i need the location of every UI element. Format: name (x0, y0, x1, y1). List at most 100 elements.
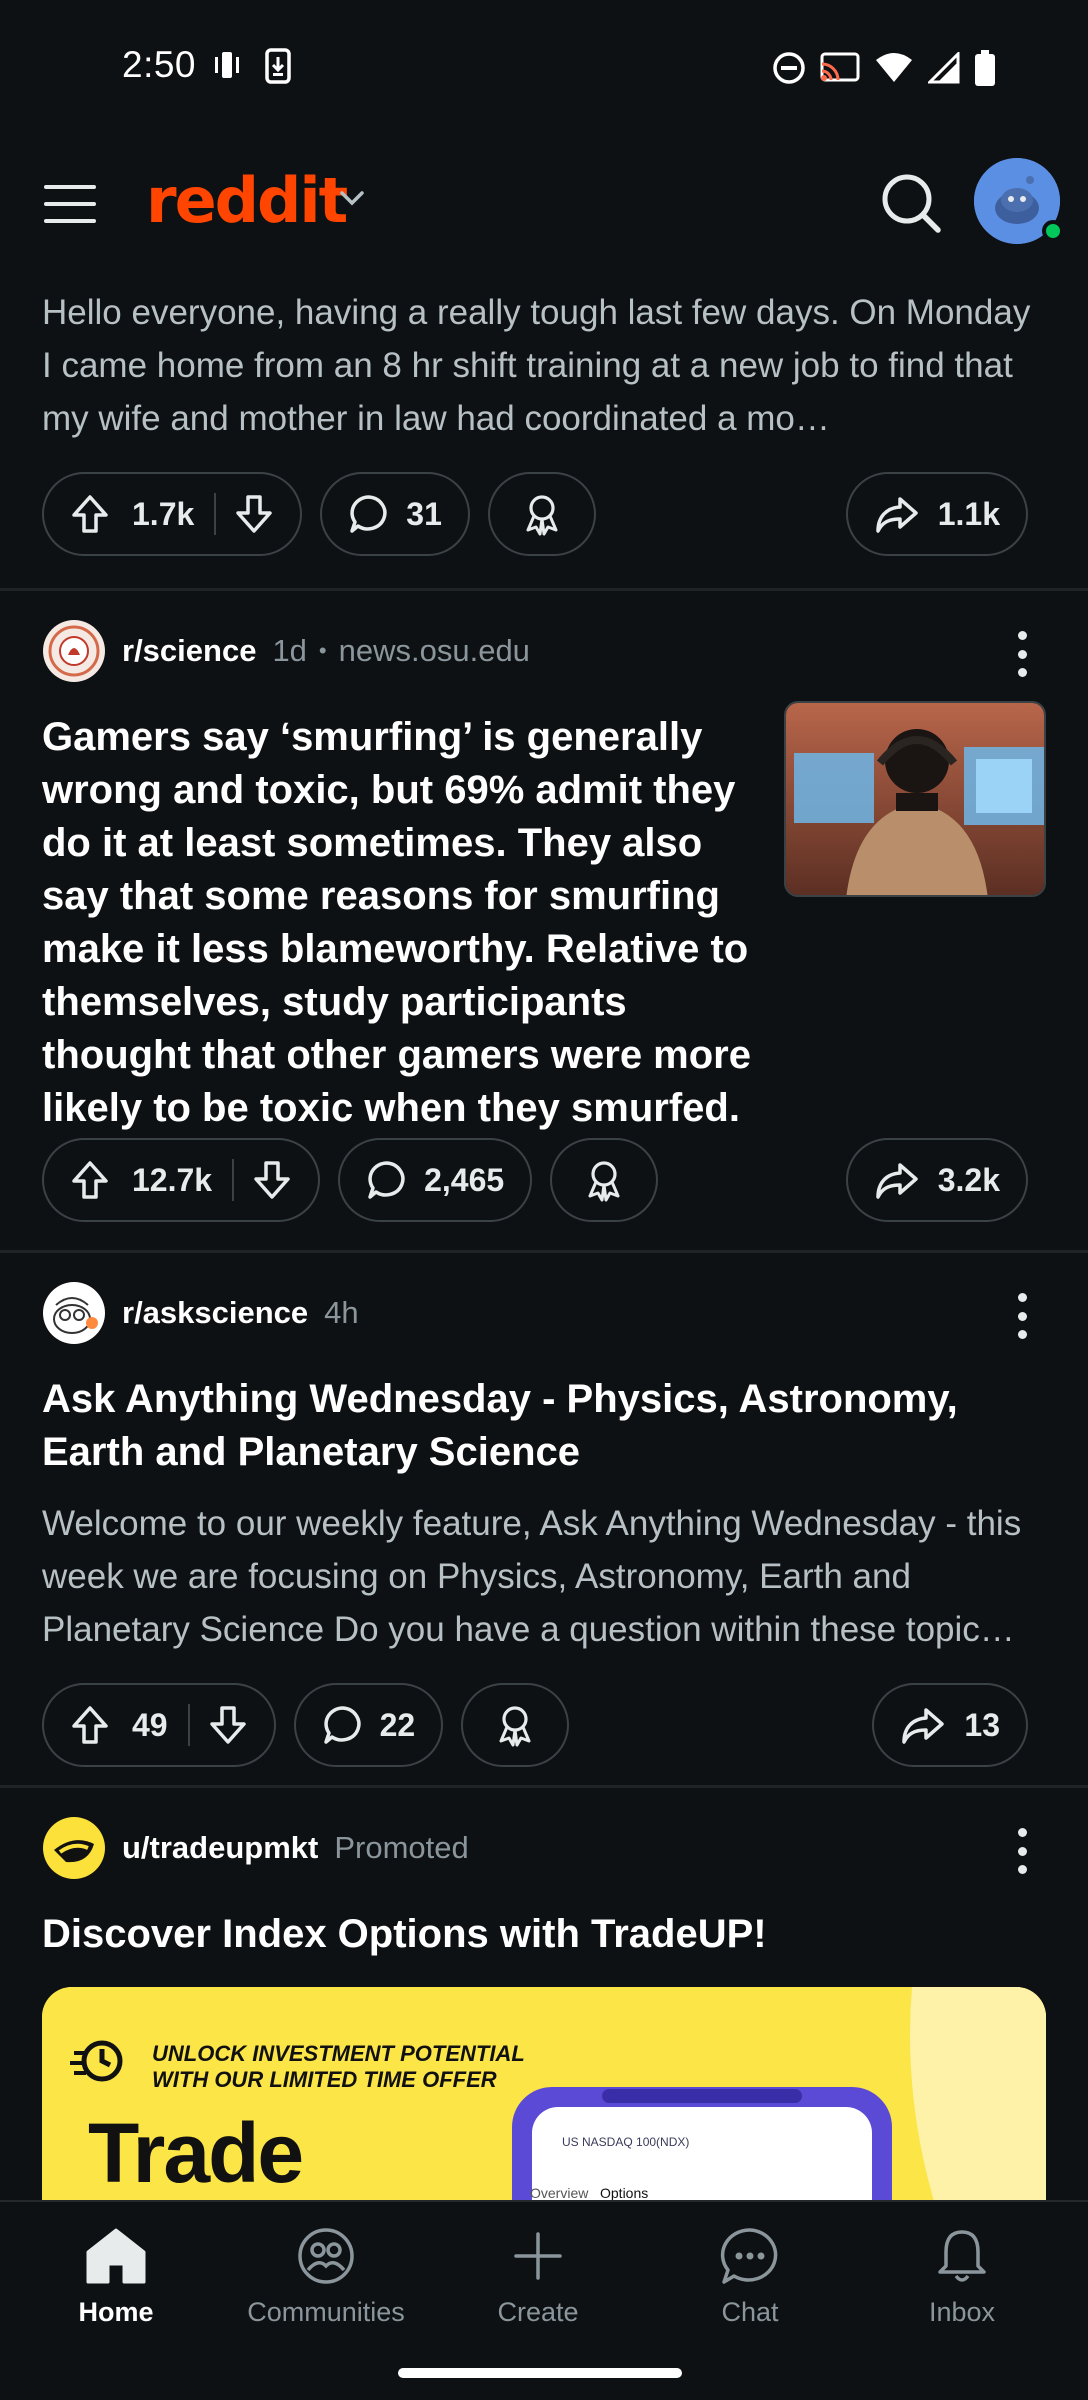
post-meta: u/tradeupmkt Promoted (42, 1788, 1046, 1908)
upvote-count: 1.7k (132, 495, 195, 532)
vote-pill: 49 (42, 1683, 276, 1767)
more-options-icon[interactable] (1012, 1828, 1032, 1874)
ad-headline: Trade (88, 2106, 304, 2200)
post-body[interactable]: Welcome to our weekly feature, Ask Anyth… (42, 1497, 1046, 1656)
avatar[interactable] (974, 158, 1064, 244)
post-domain[interactable]: news.osu.edu (339, 633, 530, 669)
dnd-icon (773, 52, 805, 84)
share-icon (875, 497, 918, 533)
home-indicator[interactable] (398, 2368, 682, 2378)
nav-create[interactable]: Create (448, 2226, 628, 2328)
comment-icon (323, 1706, 361, 1744)
upvote-icon[interactable] (70, 1159, 110, 1201)
promoted-label: Promoted (334, 1830, 469, 1865)
communities-icon (298, 2228, 354, 2284)
downvote-icon[interactable] (234, 493, 274, 535)
post-thumbnail[interactable] (784, 701, 1046, 897)
upvote-icon[interactable] (70, 1704, 110, 1746)
ad-tagline-1: UNLOCK INVESTMENT POTENTIAL (152, 2041, 525, 2066)
award-icon (499, 1706, 531, 1747)
share-count: 1.1k (937, 495, 1000, 532)
battery-icon (975, 50, 995, 86)
status-time: 2:50 (122, 44, 197, 85)
nav-inbox[interactable]: Inbox (872, 2226, 1052, 2328)
reddit-logo[interactable]: reddit (146, 164, 348, 237)
download-status-icon (265, 48, 291, 84)
share-count: 3.2k (937, 1161, 1000, 1198)
search-icon[interactable] (880, 172, 944, 236)
vibrate-icon (215, 52, 239, 78)
post-card[interactable]: r/askscience 4h Ask Anything Wednesday -… (0, 1253, 1088, 1788)
feed: Hello everyone, having a really tough la… (0, 280, 1088, 2227)
post-actions: 12.7k 2,465 3.2k (42, 1110, 1046, 1250)
post-body[interactable]: Hello everyone, having a really tough la… (42, 286, 1046, 445)
nav-communities[interactable]: Communities (236, 2226, 416, 2328)
share-button[interactable]: 1.1k (845, 472, 1028, 556)
vote-pill: 12.7k (42, 1138, 321, 1222)
subreddit-icon[interactable] (42, 619, 106, 683)
post-age: 4h (324, 1295, 359, 1330)
chevron-down-icon[interactable] (338, 188, 366, 208)
award-button[interactable] (461, 1683, 570, 1767)
wifi-icon (876, 53, 912, 82)
post-meta: r/science 1d • news.osu.edu (42, 591, 1046, 711)
award-button[interactable] (487, 472, 596, 556)
ad-tagline-2: WITH OUR LIMITED TIME OFFER (152, 2067, 497, 2092)
post-card[interactable]: r/science 1d • news.osu.edu Gamers say ‘… (0, 591, 1088, 1253)
status-bar: 2:50 (0, 0, 1088, 130)
ad-banner-image[interactable]: UNLOCK INVESTMENT POTENTIAL WITH OUR LIM… (42, 1987, 1046, 2227)
ad-phone-tab-options: Options (600, 2185, 649, 2201)
comments-button[interactable]: 2,465 (338, 1138, 533, 1222)
vote-pill: 1.7k (42, 472, 303, 556)
post-age: 1d (272, 633, 307, 668)
signal-icon (928, 52, 960, 84)
post-title[interactable]: Gamers say ‘smurfing’ is generally wrong… (42, 711, 762, 1135)
nav-chat[interactable]: Chat (660, 2226, 840, 2328)
comment-count: 31 (406, 495, 442, 532)
ad-phone-ticker: US NASDAQ 100(NDX) (562, 2135, 690, 2149)
share-button[interactable]: 13 (872, 1683, 1028, 1767)
upvote-icon[interactable] (70, 493, 110, 535)
subreddit-icon[interactable] (42, 1281, 106, 1345)
meta-separator: • (318, 638, 327, 663)
comments-button[interactable]: 31 (320, 472, 470, 556)
award-icon (526, 495, 558, 536)
award-button[interactable] (550, 1138, 659, 1222)
comment-icon (350, 495, 387, 533)
online-indicator (1042, 220, 1064, 242)
award-icon (588, 1161, 620, 1202)
comment-icon (368, 1161, 405, 1199)
post-meta: r/askscience 4h (42, 1253, 1046, 1373)
advertiser-avatar[interactable] (42, 1816, 106, 1880)
post-actions: 1.7k 31 1.1k (42, 445, 1046, 583)
share-button[interactable]: 3.2k (845, 1138, 1028, 1222)
comments-button[interactable]: 22 (293, 1683, 444, 1767)
post-actions: 49 22 13 (42, 1656, 1046, 1794)
menu-button[interactable] (44, 185, 96, 225)
comment-count: 22 (379, 1706, 416, 1743)
more-options-icon[interactable] (1012, 1293, 1032, 1339)
comment-count: 2,465 (424, 1161, 505, 1198)
post-title[interactable]: Ask Anything Wednesday - Physics, Astron… (42, 1373, 1046, 1479)
subreddit-name[interactable]: r/science (122, 633, 256, 669)
more-options-icon[interactable] (1012, 631, 1032, 677)
upvote-count: 12.7k (132, 1161, 213, 1198)
downvote-icon[interactable] (208, 1704, 248, 1746)
cast-icon (820, 52, 860, 82)
subreddit-name[interactable]: r/askscience (122, 1295, 308, 1331)
home-icon (86, 2228, 146, 2284)
advertiser-name[interactable]: u/tradeupmkt (122, 1830, 318, 1866)
app-header: reddit (0, 130, 1088, 280)
downvote-icon[interactable] (252, 1159, 292, 1201)
share-icon (902, 1708, 945, 1744)
gamer-thumbnail-image (786, 703, 1044, 895)
post-title[interactable]: Discover Index Options with TradeUP! (42, 1908, 1046, 1961)
ad-phone-tab-overview: Overview (530, 2185, 589, 2201)
share-count: 13 (964, 1706, 1000, 1743)
plus-icon (514, 2232, 562, 2280)
bottom-navigation: Home Communities Create Chat Inbox (0, 2200, 1088, 2400)
post-card[interactable]: Hello everyone, having a really tough la… (0, 286, 1088, 591)
promoted-post-card[interactable]: u/tradeupmkt Promoted Discover Index Opt… (0, 1788, 1088, 2227)
chat-icon (720, 2228, 778, 2284)
nav-home[interactable]: Home (26, 2226, 206, 2328)
